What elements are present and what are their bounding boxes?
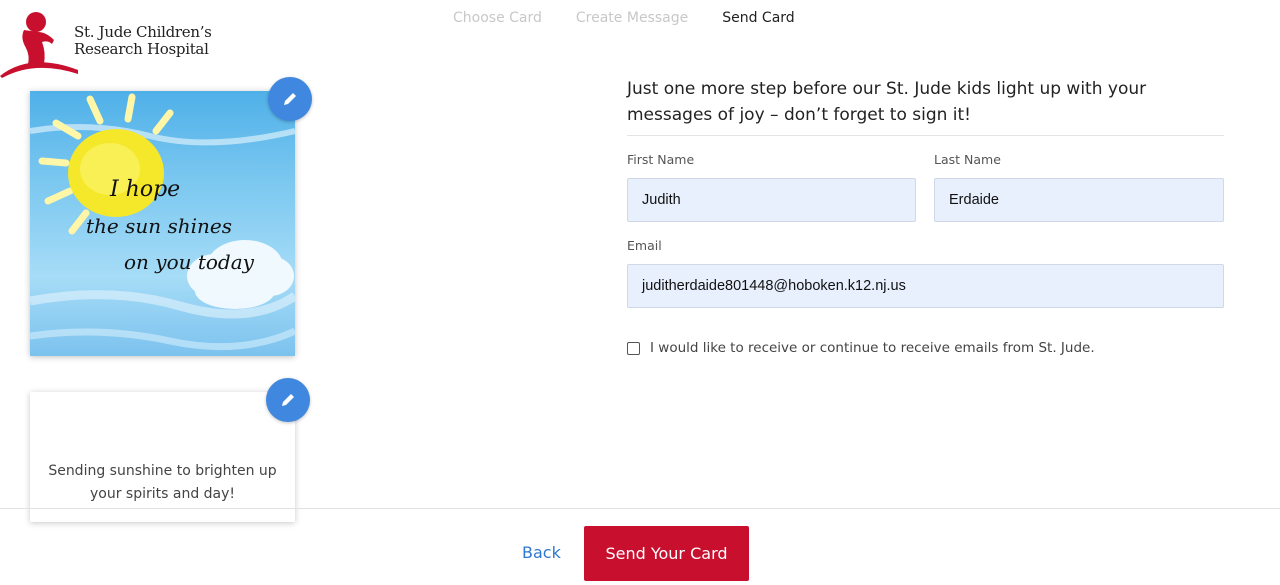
back-button[interactable]: Back [522,543,561,562]
email-optin-label[interactable]: I would like to receive or continue to r… [650,340,1095,356]
pencil-icon [284,93,296,105]
svg-text:I hope: I hope [109,177,180,202]
edit-card-front-button[interactable] [268,77,312,121]
first-name-label: First Name [627,152,695,167]
card-message-text: Sending sunshine to brighten up your spi… [48,463,277,502]
logo-line-1: St. Jude Children’s [74,23,212,41]
first-name-field[interactable]: Judith [627,178,916,222]
child-silhouette-icon [0,12,78,78]
footer-divider [0,508,1280,509]
edit-message-button[interactable] [266,378,310,422]
step-create-message[interactable]: Create Message [576,10,688,26]
st-jude-logo[interactable]: St. Jude Children’s Research Hospital [0,8,215,78]
step-choose-card[interactable]: Choose Card [453,10,542,26]
step-send-card[interactable]: Send Card [722,10,794,26]
form-heading: Just one more step before our St. Jude k… [627,79,1147,125]
logo-line-2: Research Hospital [74,40,209,58]
email-label: Email [627,238,662,253]
step-nav: Choose Card Create Message Send Card [453,10,795,26]
card-back-message: Sending sunshine to brighten up your spi… [30,392,295,522]
sun-cloud-artwork: I hope the sun shines on you today [30,93,295,351]
email-field[interactable]: juditherdaide801448@hoboken.k12.nj.us [627,264,1224,308]
svg-text:the sun shines: the sun shines [86,214,232,238]
email-optin-checkbox[interactable] [627,341,640,355]
last-name-label: Last Name [934,152,1001,167]
email-optin-row: I would like to receive or continue to r… [627,340,1095,356]
card-front-image: I hope the sun shines on you today [30,91,295,356]
last-name-field[interactable]: Erdaide [934,178,1224,222]
svg-text:on you today: on you today [124,250,255,274]
pencil-icon [282,394,294,406]
divider [627,135,1224,136]
send-card-button[interactable]: Send Your Card [584,526,749,581]
logo-wordmark: St. Jude Children’s Research Hospital [74,24,212,58]
